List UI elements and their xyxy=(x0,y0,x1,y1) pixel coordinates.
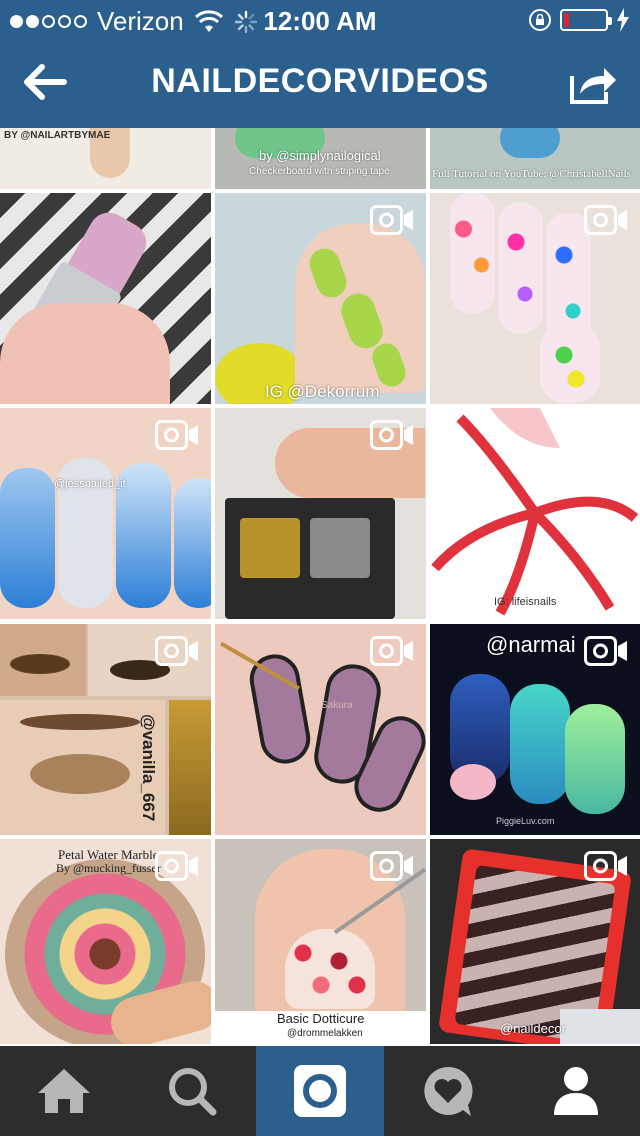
tile-caption: BY @NAILARTBYMAE xyxy=(4,130,111,141)
video-icon xyxy=(584,420,627,450)
grid-tile[interactable]: @narmai PiggieLuv.com xyxy=(430,624,640,835)
tile-caption: IG: lifeisnails xyxy=(494,596,557,608)
grid-tile[interactable] xyxy=(0,193,211,404)
tile-caption: by @simplynailogical xyxy=(259,148,381,163)
grid-tile[interactable]: @naildecor xyxy=(430,839,640,1044)
video-icon xyxy=(370,205,413,235)
camera-icon xyxy=(294,1065,346,1117)
tile-caption: Full Tutorial on YouTube: @ChristabellNa… xyxy=(432,168,631,180)
tile-caption-sub: By @mucking_fusser xyxy=(56,861,161,875)
app-header: Verizon 12:00 AM NAILDECORVIDEOS xyxy=(0,0,640,128)
status-bar: Verizon 12:00 AM xyxy=(0,0,640,40)
video-icon xyxy=(155,851,198,881)
grid-tile[interactable]: BY @NAILARTBYMAE xyxy=(0,128,211,189)
tile-caption: @narmai xyxy=(486,632,576,657)
video-icon xyxy=(370,420,413,450)
profile-icon xyxy=(554,1067,598,1115)
tile-caption: Basic Dotticure xyxy=(277,1011,365,1026)
status-right xyxy=(528,8,630,32)
battery-level xyxy=(564,13,569,27)
tile-credit: PiggieLuv.com xyxy=(496,816,555,826)
tile-caption: Checkerboard with striping tape xyxy=(249,166,390,177)
home-icon xyxy=(38,1069,90,1113)
tile-caption: @jessnailed_it xyxy=(54,478,126,490)
tile-caption: IG @Dekorrum xyxy=(265,382,380,401)
video-icon xyxy=(584,205,627,235)
video-icon xyxy=(370,636,413,666)
tab-profile[interactable] xyxy=(512,1046,640,1136)
video-icon xyxy=(155,636,198,666)
grid-tile[interactable]: @vanilla_667 xyxy=(0,624,211,835)
battery-icon xyxy=(560,9,612,31)
tile-caption: @vanilla_667 xyxy=(139,714,158,822)
grid-tile[interactable]: Sakura xyxy=(215,624,426,835)
grid-tile[interactable]: IG @Dekorrum xyxy=(215,193,426,404)
tab-camera[interactable] xyxy=(256,1046,384,1136)
grid-tile[interactable]: IG: lifeisnails xyxy=(430,408,640,619)
tile-caption-sub: @drommelakken xyxy=(287,1028,363,1039)
activity-heart-icon xyxy=(424,1066,473,1116)
video-icon xyxy=(155,420,198,450)
tab-search[interactable] xyxy=(128,1046,256,1136)
tile-caption: @naildecor xyxy=(500,1021,566,1036)
grid-tile[interactable]: Full Tutorial on YouTube: @ChristabellNa… xyxy=(430,128,640,189)
tab-home[interactable] xyxy=(0,1046,128,1136)
grid-tile[interactable] xyxy=(430,193,640,404)
tab-activity[interactable] xyxy=(384,1046,512,1136)
rotation-lock-icon xyxy=(529,9,551,31)
grid-tile[interactable]: Petal Water Marble By @mucking_fusser xyxy=(0,839,211,1044)
grid-tile[interactable] xyxy=(215,408,426,619)
tab-bar xyxy=(0,1046,640,1136)
video-icon xyxy=(584,636,627,666)
video-icon xyxy=(370,851,413,881)
search-icon xyxy=(169,1068,217,1116)
page-title: NAILDECORVIDEOS xyxy=(151,62,489,100)
grid-tile[interactable]: Basic Dotticure @drommelakken xyxy=(215,839,426,1044)
video-icon xyxy=(584,851,627,881)
media-grid: BY @NAILARTBYMAE by @simplynailogical Ch… xyxy=(0,128,640,1044)
grid-tile[interactable]: @jessnailed_it xyxy=(0,408,211,619)
tile-caption: Sakura xyxy=(321,700,353,711)
charging-bolt-icon xyxy=(617,8,629,32)
grid-tile[interactable]: by @simplynailogical Checkerboard with s… xyxy=(215,128,426,189)
share-button[interactable] xyxy=(568,62,618,106)
